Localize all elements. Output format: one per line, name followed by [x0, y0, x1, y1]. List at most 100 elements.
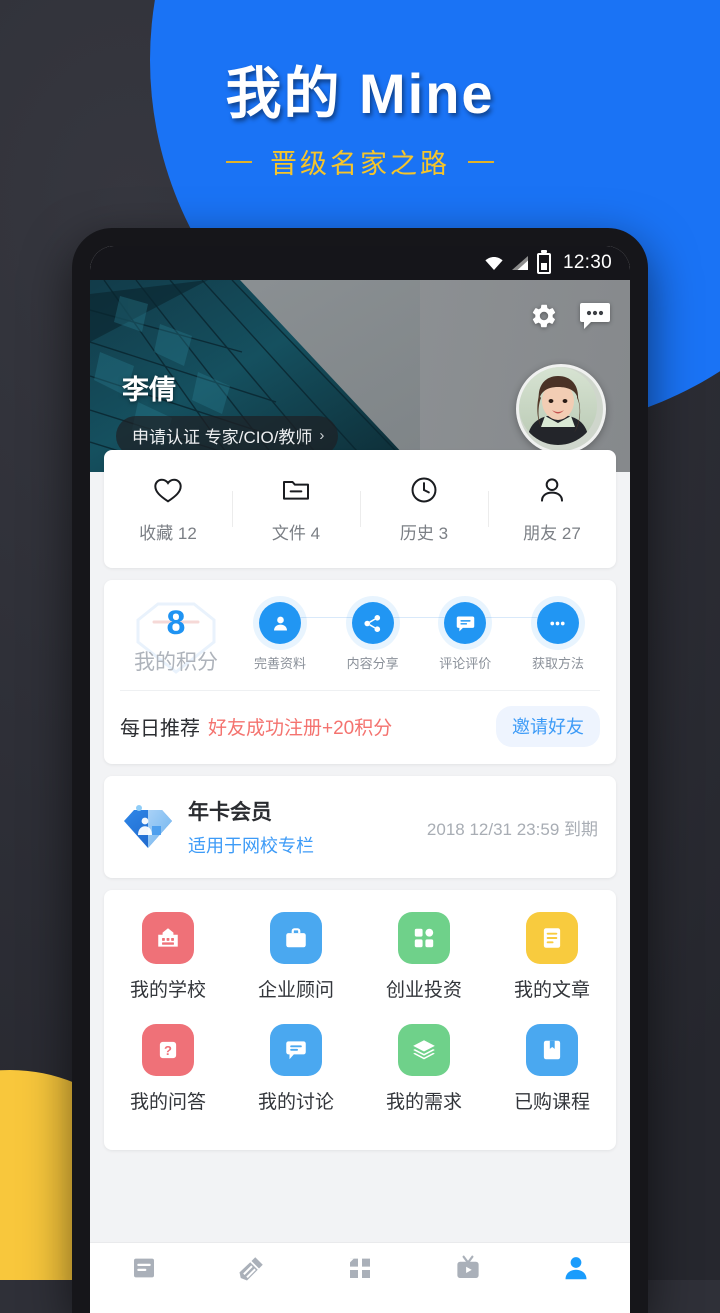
stat-label: 历史 3 [399, 524, 449, 543]
points-steps: 完善资料 内容分享 评论评价 获取方法 [232, 596, 600, 672]
folder-icon [283, 481, 309, 500]
step-more[interactable]: 获取方法 [520, 602, 596, 672]
layers-icon [398, 1024, 450, 1076]
grid-item-qa[interactable]: ? 我的问答 [104, 1024, 232, 1114]
grid-item-courses[interactable]: 已购课程 [488, 1024, 616, 1114]
stat-label: 朋友 27 [523, 524, 581, 543]
stat-label: 收藏 12 [139, 524, 197, 543]
clock-icon [411, 477, 437, 503]
hero-banner: 我的 Mine 晋级名家之路 [0, 62, 720, 181]
question-icon: ? [142, 1024, 194, 1076]
step-label: 内容分享 [346, 656, 399, 671]
grid-icon [398, 912, 450, 964]
tab-apps[interactable] [306, 1253, 414, 1283]
step-comment[interactable]: 评论评价 [427, 602, 503, 672]
invite-friend-button[interactable]: 邀请好友 [496, 706, 600, 747]
stats-card: 收藏 12 文件 4 历史 3 朋友 27 [104, 450, 616, 568]
tab-video[interactable] [414, 1253, 522, 1283]
membership-card[interactable]: 年卡会员 适用于网校专栏 2018 12/31 23:59 到期 [104, 776, 616, 878]
hero-subtitle: 晋级名家之路 [270, 149, 450, 180]
step-label: 获取方法 [531, 656, 584, 671]
header-actions [530, 302, 610, 330]
school-icon [142, 912, 194, 964]
grid-label: 创业投资 [385, 980, 462, 1001]
chat-icon [270, 1024, 322, 1076]
stat-history[interactable]: 历史 3 [360, 474, 488, 544]
tab-tools[interactable] [198, 1253, 306, 1283]
grid-item-discussion[interactable]: 我的讨论 [232, 1024, 360, 1114]
daily-recommend-row: 每日推荐 好友成功注册+20积分 邀请好友 [104, 691, 616, 764]
content-area: 收藏 12 文件 4 历史 3 朋友 27 8 我的积分 完善资料 内容分享 评… [90, 450, 630, 1150]
stat-label: 文件 4 [271, 524, 321, 543]
daily-highlight: 好友成功注册+20积分 [208, 718, 393, 739]
diamond-icon [124, 805, 172, 848]
grid-label: 我的问答 [129, 1092, 206, 1113]
chat-bubble-icon[interactable] [580, 303, 610, 329]
profile-icon [259, 602, 301, 644]
person-icon [541, 478, 563, 502]
phone-mockup: 12:30 李倩 申请认证 专家/CIO/教师 › 收藏 12 文件 4 历史 … [72, 228, 648, 1313]
avatar[interactable] [516, 364, 606, 454]
membership-text: 年卡会员 适用于网校专栏 [188, 796, 314, 858]
gear-icon[interactable] [530, 302, 558, 330]
wifi-icon [485, 256, 503, 270]
grid-item-school[interactable]: 我的学校 [104, 912, 232, 1002]
profile-header: 李倩 申请认证 专家/CIO/教师 › [90, 280, 630, 472]
tools-icon [239, 1257, 263, 1281]
status-bar: 12:30 [90, 246, 630, 280]
article-icon [526, 912, 578, 964]
tv-icon [457, 1255, 479, 1278]
status-time: 12:30 [562, 252, 612, 273]
document-icon [134, 1258, 154, 1278]
grid-item-articles[interactable]: 我的文章 [488, 912, 616, 1002]
grid-label: 我的学校 [129, 980, 206, 1001]
points-value: 8 [166, 604, 186, 642]
signal-icon [511, 256, 528, 270]
stat-favorites[interactable]: 收藏 12 [104, 474, 232, 544]
share-icon [351, 602, 394, 644]
membership-expiry: 2018 12/31 23:59 到期 [426, 819, 598, 839]
grid-icon [350, 1258, 370, 1278]
hero-subtitle-row: 晋级名家之路 [0, 142, 720, 181]
step-share-content[interactable]: 内容分享 [335, 602, 411, 672]
step-label: 评论评价 [439, 656, 492, 671]
battery-icon [536, 249, 551, 274]
phone-screen: 12:30 李倩 申请认证 专家/CIO/教师 › 收藏 12 文件 4 历史 … [90, 246, 630, 1313]
heart-icon [154, 478, 182, 503]
dash-left-icon [226, 160, 252, 163]
grid-item-needs[interactable]: 我的需求 [360, 1024, 488, 1114]
tab-news[interactable] [90, 1253, 198, 1283]
points-summary[interactable]: 8 我的积分 [120, 596, 232, 676]
dash-right-icon [468, 160, 494, 163]
points-card: 8 我的积分 完善资料 内容分享 评论评价 获取方法 每日推荐 好友成功注册+2… [104, 580, 616, 764]
membership-title: 年卡会员 [188, 801, 272, 824]
person-icon [565, 1257, 587, 1280]
membership-subtitle: 适用于网校专栏 [188, 836, 314, 856]
step-label: 完善资料 [253, 656, 306, 671]
book-icon [526, 1024, 578, 1076]
svg-text:?: ? [164, 1043, 172, 1058]
user-name: 李倩 [122, 375, 176, 405]
grid-item-consultant[interactable]: 企业顾问 [232, 912, 360, 1002]
briefcase-icon [270, 912, 322, 964]
grid-label: 我的需求 [385, 1092, 462, 1113]
steps-connector-line [280, 617, 552, 618]
verify-label: 申请认证 专家/CIO/教师 [132, 428, 313, 447]
step-complete-profile[interactable]: 完善资料 [242, 602, 318, 672]
more-icon [536, 602, 579, 644]
grid-label: 企业顾问 [257, 980, 334, 1001]
stat-friends[interactable]: 朋友 27 [488, 474, 616, 544]
page-title: 我的 Mine [225, 62, 495, 125]
bottom-navigation [90, 1242, 630, 1313]
comment-icon [444, 602, 487, 644]
daily-title: 每日推荐 [120, 718, 200, 740]
grid-label: 已购课程 [513, 1092, 590, 1113]
grid-item-investment[interactable]: 创业投资 [360, 912, 488, 1002]
feature-grid-card: 我的学校 企业顾问 创业投资 我的文章 ? 我的问答 我的讨论 我的需求 已购课… [104, 890, 616, 1150]
points-caption: 我的积分 [134, 651, 218, 674]
grid-label: 我的文章 [513, 980, 590, 1001]
tab-mine[interactable] [522, 1253, 630, 1283]
stat-files[interactable]: 文件 4 [232, 474, 360, 544]
grid-label: 我的讨论 [257, 1092, 334, 1113]
chevron-right-icon: › [319, 427, 325, 444]
